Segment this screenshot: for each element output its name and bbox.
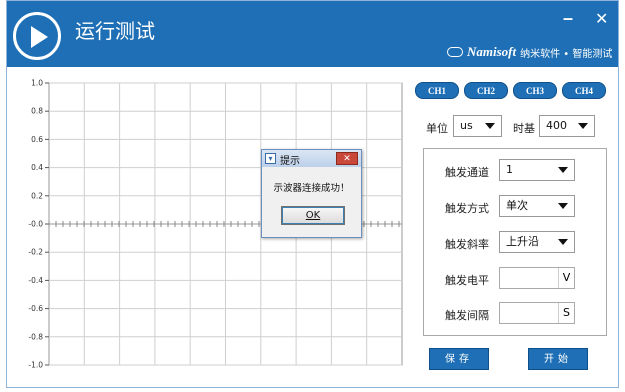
chevron-down-icon: [485, 123, 495, 129]
trigger-slope-select[interactable]: 上升沿: [499, 231, 575, 253]
trigger-slope-value: 上升沿: [506, 235, 539, 248]
ch2-button[interactable]: CH2: [464, 82, 508, 99]
y-tick-label: 1.0: [31, 79, 43, 88]
minimize-button[interactable]: –: [563, 8, 573, 29]
y-tick-label: 0.6: [31, 135, 43, 144]
trigger-channel-value: 1: [506, 163, 513, 176]
chevron-down-icon: [558, 203, 568, 209]
y-tick-label: 0.8: [31, 107, 43, 116]
brand-logo-icon: [447, 47, 463, 57]
dialog-message: 示波器连接成功！: [273, 183, 350, 194]
save-button[interactable]: 保存: [429, 348, 489, 370]
play-icon[interactable]: [13, 12, 61, 60]
y-tick-label: -0.6: [28, 304, 43, 313]
y-tick-label: -0.8: [28, 332, 43, 341]
ch3-button[interactable]: CH3: [513, 82, 557, 99]
trigger-interval-unit: S: [558, 303, 574, 323]
y-tick-label: -1.0: [28, 361, 43, 370]
close-button[interactable]: ✕: [595, 9, 608, 29]
trigger-interval-input[interactable]: S: [499, 302, 575, 324]
trigger-mode-select[interactable]: 单次: [499, 195, 575, 217]
app-title: 运行测试: [75, 19, 155, 43]
ch1-button[interactable]: CH1: [415, 82, 459, 99]
y-tick-label: 0.4: [31, 163, 43, 172]
trigger-level-input[interactable]: V: [499, 267, 575, 289]
dialog-title-bar[interactable]: ▾ 提示 ✕: [262, 150, 361, 167]
trigger-interval-label: 触发间隔: [445, 309, 489, 322]
unit-select[interactable]: us: [453, 115, 502, 137]
dialog-ok-button[interactable]: OK: [281, 206, 345, 225]
message-dialog: ▾ 提示 ✕ 示波器连接成功！ OK: [261, 149, 362, 238]
unit-select-value: us: [460, 119, 473, 132]
dialog-app-icon: ▾: [265, 153, 276, 164]
brand-logo-text: Namisoft: [467, 44, 517, 59]
y-tick-label: -0.0: [28, 220, 43, 229]
y-tick-label: -0.2: [28, 248, 43, 257]
chevron-down-icon: [578, 123, 588, 129]
chevron-down-icon: [558, 167, 568, 173]
trigger-level-label: 触发电平: [445, 274, 489, 287]
y-tick-label: -0.4: [28, 276, 43, 285]
timebase-select[interactable]: 400: [539, 115, 595, 137]
start-button[interactable]: 开始: [528, 348, 588, 370]
trigger-mode-value: 单次: [506, 199, 528, 212]
brand-tagline: 纳米软件 • 智能测试: [520, 48, 613, 60]
timebase-label: 时基: [513, 122, 535, 135]
trigger-level-unit: V: [558, 268, 574, 288]
trigger-slope-label: 触发斜率: [445, 238, 489, 251]
chevron-down-icon: [558, 239, 568, 245]
trigger-channel-label: 触发通道: [445, 166, 489, 179]
dialog-title: 提示: [280, 156, 300, 167]
title-bar: 运行测试 – ✕ Namisoft 纳米软件 • 智能测试: [7, 1, 618, 67]
y-tick-label: 0.2: [31, 191, 43, 200]
brand: Namisoft 纳米软件 • 智能测试: [447, 44, 612, 60]
trigger-mode-label: 触发方式: [445, 202, 489, 215]
dialog-close-button[interactable]: ✕: [336, 152, 358, 165]
timebase-select-value: 400: [546, 119, 567, 132]
trigger-channel-select[interactable]: 1: [499, 159, 575, 181]
ch4-button[interactable]: CH4: [562, 82, 606, 99]
unit-label: 单位: [426, 122, 448, 135]
